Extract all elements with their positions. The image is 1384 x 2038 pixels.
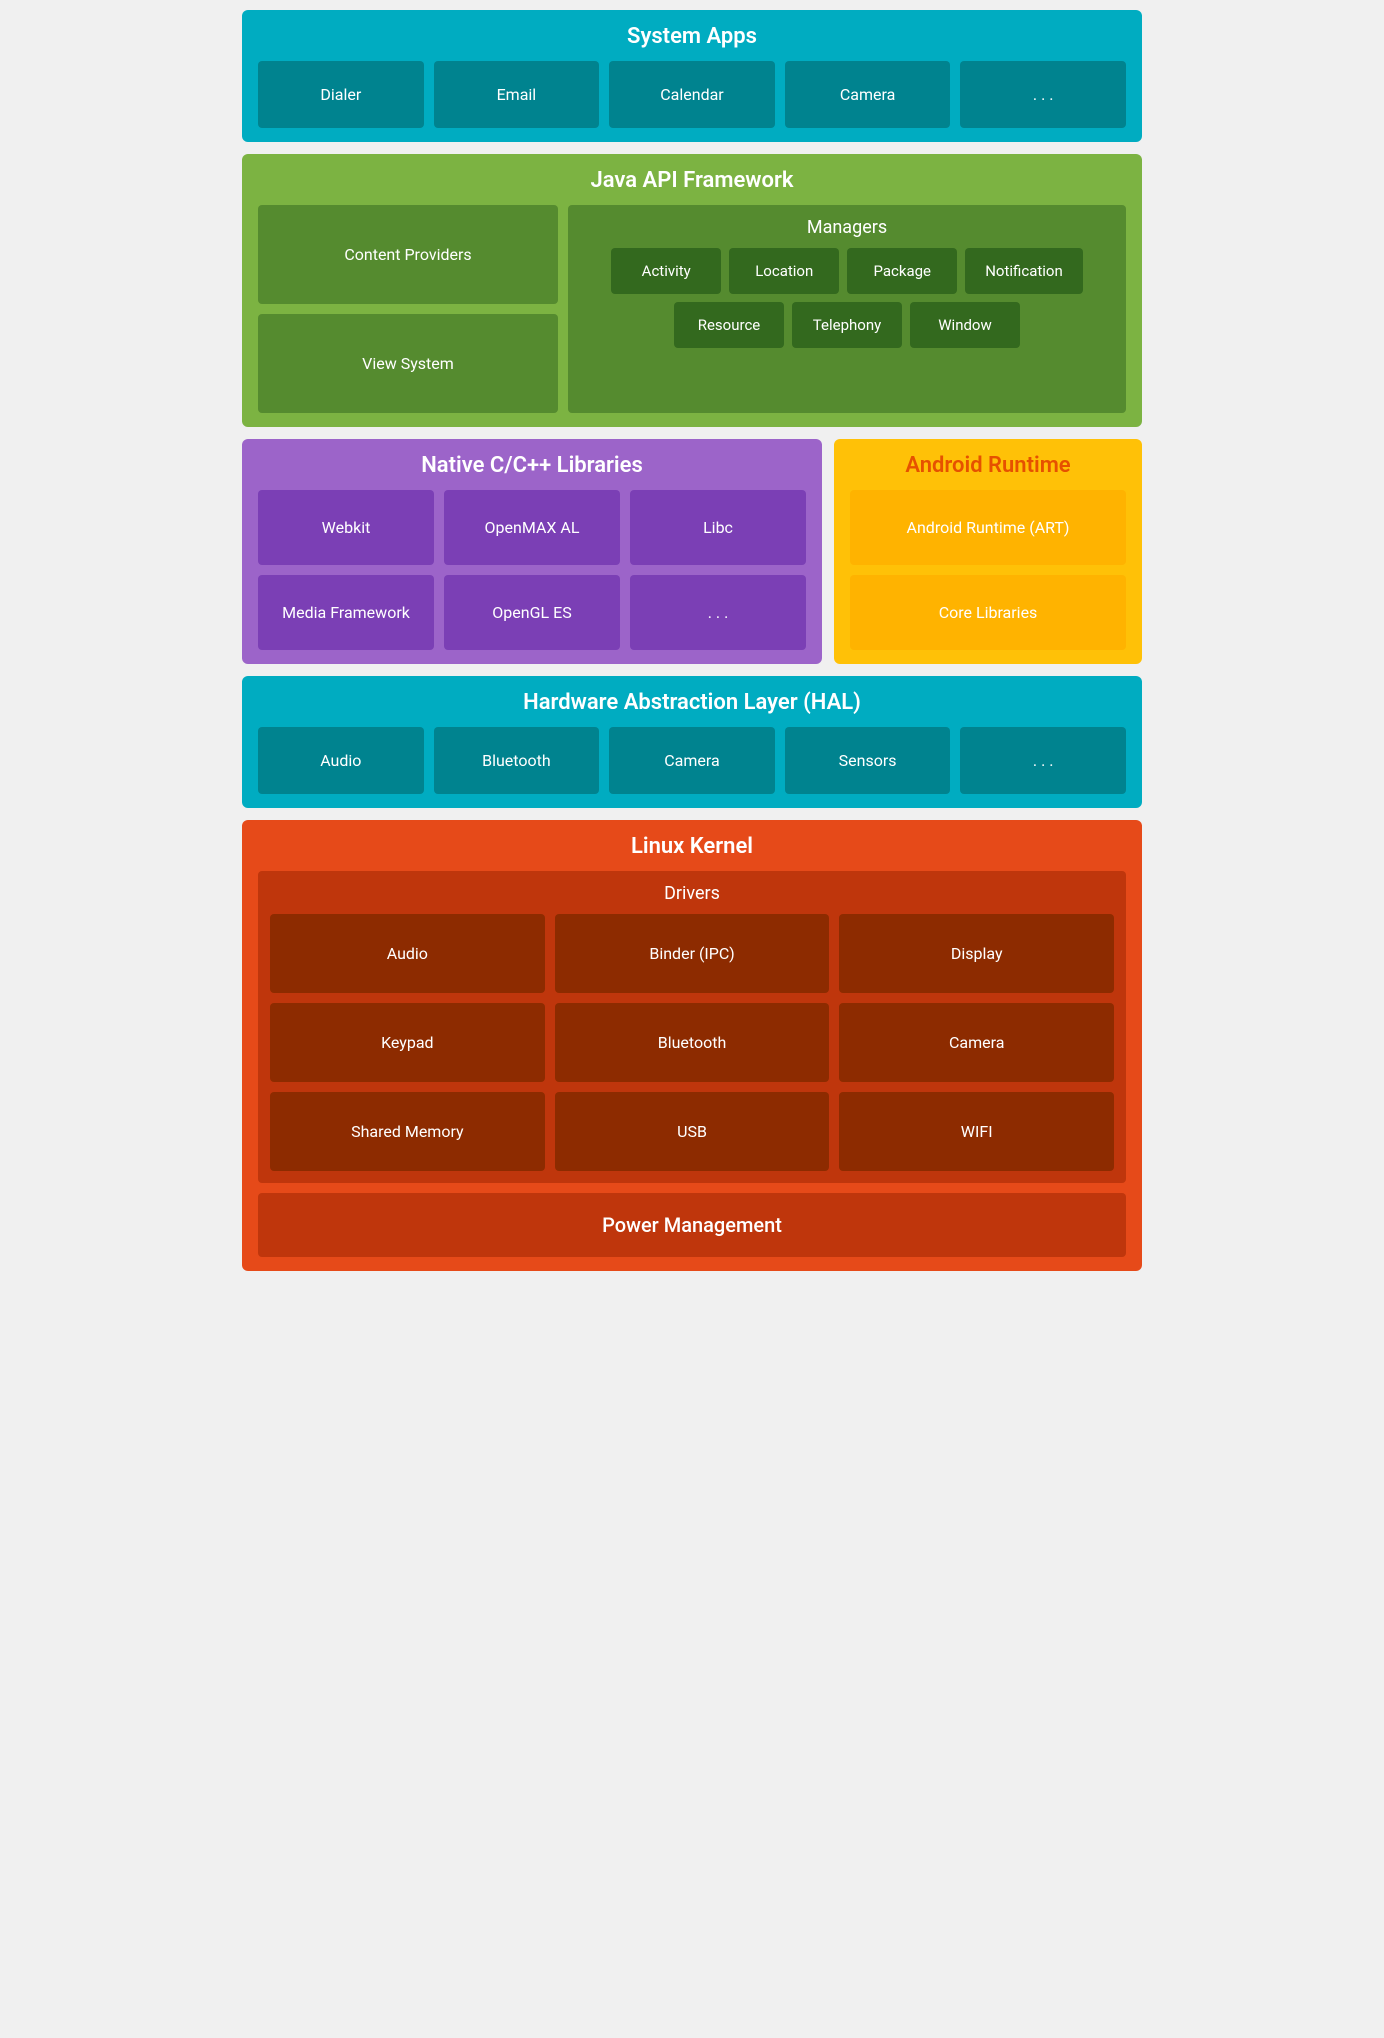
managers-section: Managers Activity Location Package Notif… [568, 205, 1126, 413]
native-libs-layer: Native C/C++ Libraries Webkit OpenMAX AL… [242, 439, 822, 664]
drivers-row-1: Audio Binder (IPC) Display [270, 914, 1114, 993]
activity-manager: Activity [611, 248, 721, 294]
android-runtime-title: Android Runtime [850, 453, 1126, 478]
system-app-item: Calendar [609, 61, 775, 128]
system-app-item: Camera [785, 61, 951, 128]
media-framework: Media Framework [258, 575, 434, 650]
native-libs-title: Native C/C++ Libraries [258, 453, 806, 478]
java-api-title: Java API Framework [258, 168, 1126, 193]
libc: Libc [630, 490, 806, 565]
system-apps-items: DialerEmailCalendarCamera. . . [258, 61, 1126, 128]
driver-audio: Audio [270, 914, 545, 993]
telephony-manager: Telephony [792, 302, 902, 348]
native-libs-more: . . . [630, 575, 806, 650]
native-libs-row-2: Media Framework OpenGL ES . . . [258, 575, 806, 650]
java-api-content: Content Providers View System Managers A… [258, 205, 1126, 413]
webkit: Webkit [258, 490, 434, 565]
hal-bluetooth: Bluetooth [434, 727, 600, 794]
view-system: View System [258, 314, 558, 413]
drivers-row-2: Keypad Bluetooth Camera [270, 1003, 1114, 1082]
driver-usb: USB [555, 1092, 830, 1171]
driver-wifi: WIFI [839, 1092, 1114, 1171]
location-manager: Location [729, 248, 839, 294]
hal-title: Hardware Abstraction Layer (HAL) [258, 690, 1126, 715]
drivers-row-3: Shared Memory USB WIFI [270, 1092, 1114, 1171]
native-runtime-row: Native C/C++ Libraries Webkit OpenMAX AL… [242, 439, 1142, 664]
java-api-layer: Java API Framework Content Providers Vie… [242, 154, 1142, 427]
managers-row-1: Activity Location Package Notification [580, 248, 1114, 294]
core-libraries: Core Libraries [850, 575, 1126, 650]
system-app-item: Email [434, 61, 600, 128]
android-architecture-diagram: System Apps DialerEmailCalendarCamera. .… [242, 10, 1142, 1271]
power-management: Power Management [258, 1193, 1126, 1257]
system-apps-layer: System Apps DialerEmailCalendarCamera. .… [242, 10, 1142, 142]
drivers-title: Drivers [270, 883, 1114, 904]
native-libs-grid: Webkit OpenMAX AL Libc Media Framework O… [258, 490, 806, 650]
driver-display: Display [839, 914, 1114, 993]
android-runtime-layer: Android Runtime Android Runtime (ART) Co… [834, 439, 1142, 664]
linux-kernel-title: Linux Kernel [258, 834, 1126, 859]
hal-camera: Camera [609, 727, 775, 794]
hal-items: Audio Bluetooth Camera Sensors . . . [258, 727, 1126, 794]
window-manager: Window [910, 302, 1020, 348]
hal-more: . . . [960, 727, 1126, 794]
resource-manager: Resource [674, 302, 784, 348]
hal-audio: Audio [258, 727, 424, 794]
openmax-al: OpenMAX AL [444, 490, 620, 565]
driver-camera: Camera [839, 1003, 1114, 1082]
notification-manager: Notification [965, 248, 1083, 294]
hal-sensors: Sensors [785, 727, 951, 794]
drivers-section: Drivers Audio Binder (IPC) Display Keypa… [258, 871, 1126, 1183]
driver-keypad: Keypad [270, 1003, 545, 1082]
native-libs-row-1: Webkit OpenMAX AL Libc [258, 490, 806, 565]
linux-kernel-layer: Linux Kernel Drivers Audio Binder (IPC) … [242, 820, 1142, 1271]
driver-binder: Binder (IPC) [555, 914, 830, 993]
java-api-left: Content Providers View System [258, 205, 558, 413]
opengl-es: OpenGL ES [444, 575, 620, 650]
hal-layer: Hardware Abstraction Layer (HAL) Audio B… [242, 676, 1142, 808]
system-apps-title: System Apps [258, 24, 1126, 49]
managers-grid: Activity Location Package Notification R… [580, 248, 1114, 348]
driver-bluetooth: Bluetooth [555, 1003, 830, 1082]
managers-row-2: Resource Telephony Window [580, 302, 1114, 348]
managers-title: Managers [580, 217, 1114, 238]
driver-shared-memory: Shared Memory [270, 1092, 545, 1171]
drivers-grid: Audio Binder (IPC) Display Keypad Blueto… [270, 914, 1114, 1171]
system-app-item: . . . [960, 61, 1126, 128]
package-manager: Package [847, 248, 957, 294]
art: Android Runtime (ART) [850, 490, 1126, 565]
content-providers: Content Providers [258, 205, 558, 304]
android-runtime-items: Android Runtime (ART) Core Libraries [850, 490, 1126, 650]
system-app-item: Dialer [258, 61, 424, 128]
